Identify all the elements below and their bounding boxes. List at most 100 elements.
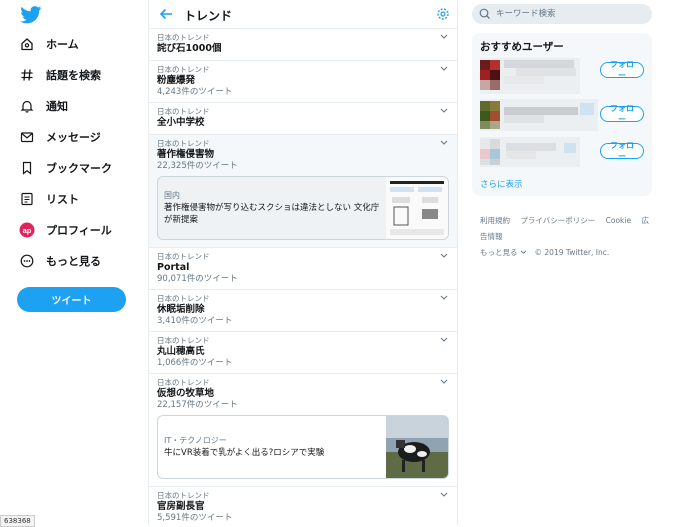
footer-link-terms[interactable]: 利用規約 [480,216,510,225]
trend-name: 詫び石1000個 [157,43,222,54]
follow-button[interactable]: フォロー [600,141,644,161]
trend-tweet-count: 22,325件のツイート [157,161,238,171]
trend-location: 日本のトレンド [157,65,210,74]
nav-label: プロフィール [46,224,112,237]
news-thumbnail-image [386,416,448,478]
news-headline: 牛にVR装着で乳がよく出る?ロシアで実験 [164,448,325,458]
trend-item[interactable]: 日本のトレンド 粉塵爆発 4,243件のツイート [149,61,457,103]
trend-item[interactable]: 日本のトレンド 官房副長官 5,591件のツイート [149,487,457,527]
bookmark-icon [18,159,36,177]
tweet-button[interactable]: ツイート [17,287,126,312]
footer-link-privacy[interactable]: プライバシーポリシー [520,216,595,225]
trend-tweet-count: 22,157件のツイート [157,400,238,410]
trend-location: 日本のトレンド [157,336,210,345]
nav-label: ブックマーク [46,162,112,175]
trend-name: Portal [157,262,190,273]
nav-label: 話題を検索 [46,69,101,82]
news-card[interactable]: 国内 著作権侵害物が写り込むスクショは違法としない 文化庁が新提案 [157,176,449,240]
trend-location: 日本のトレンド [157,378,210,387]
trend-name: 粉塵爆発 [157,75,196,86]
copyright: © 2019 Twitter, Inc. [534,248,610,257]
pixelated-avatar-image [480,58,580,94]
news-category: 国内 [164,191,180,200]
hashtag-icon [18,66,36,84]
trend-name: 休眠垢削除 [157,304,205,315]
nav-item-notifications[interactable]: 通知 [18,95,68,117]
who-to-follow-panel: おすすめユーザー フォロー フォロー フォロー さらに表示 [472,33,652,196]
nav-item-messages[interactable]: メッセージ [18,126,101,148]
trends-header: トレンド [149,0,457,29]
footer-links: 利用規約 プライバシーポリシー Cookie 広告情報 もっと見る © 2019 … [480,213,650,261]
search-box[interactable] [472,4,652,24]
trend-item[interactable]: 日本のトレンド 著作権侵害物 22,325件のツイート 国内 著作権侵害物が写り… [149,135,457,248]
trend-location: 日本のトレンド [157,33,210,42]
trend-tweet-count: 4,243件のツイート [157,87,233,97]
page-title: トレンド [184,9,233,23]
trend-name: 仮想の牧草地 [157,388,215,399]
home-icon [18,35,36,53]
chevron-down-icon[interactable] [440,253,448,259]
trends-column: トレンド 日本のトレンド 詫び石1000個 日本のトレンド 粉塵爆発 4,243… [148,0,458,525]
browser-status-bar: 638368 [0,515,35,527]
trend-location: 日本のトレンド [157,491,210,500]
nav-item-explore[interactable]: 話題を検索 [18,64,101,86]
twitter-bird-icon[interactable] [20,6,42,24]
list-icon [18,190,36,208]
trend-item[interactable]: 日本のトレンド 休眠垢削除 3,410件のツイート [149,290,457,332]
chevron-down-icon[interactable] [440,337,448,343]
mail-icon [18,128,36,146]
trend-item[interactable]: 日本のトレンド 仮想の牧草地 22,157件のツイート IT・テクノロジー 牛に… [149,374,457,487]
who-to-follow-title: おすすめユーザー [480,41,564,53]
pixelated-avatar-image [480,99,598,131]
chevron-down-icon[interactable] [440,66,448,72]
trend-name: 全小中学校 [157,117,205,128]
nav-label: 通知 [46,100,68,113]
trend-name: 官房副長官 [157,501,205,512]
trend-item[interactable]: 日本のトレンド 全小中学校 [149,103,457,135]
trend-item[interactable]: 日本のトレンド 詫び石1000個 [149,29,457,61]
search-input[interactable] [494,8,638,20]
news-headline: 著作権侵害物が写り込むスクショは違法としない 文化庁が新提案 [164,203,380,225]
nav-label: もっと見る [46,255,101,268]
footer-link-cookie[interactable]: Cookie [606,216,631,225]
nav-label: リスト [46,193,79,206]
trend-location: 日本のトレンド [157,139,210,148]
blurred-user-entry[interactable] [480,58,580,94]
nav-item-more[interactable]: もっと見る [18,250,101,272]
chevron-down-icon[interactable] [440,379,448,385]
chevron-down-icon[interactable] [440,492,448,498]
news-card[interactable]: IT・テクノロジー 牛にVR装着で乳がよく出る?ロシアで実験 [157,415,449,479]
nav-item-home[interactable]: ホーム [18,33,79,55]
trend-location: 日本のトレンド [157,252,210,261]
left-nav: ホーム 話題を検索 通知 メッセージ ブックマーク リスト ap プロフィール [0,0,148,525]
svg-text:ap: ap [23,226,32,235]
trend-tweet-count: 3,410件のツイート [157,316,233,326]
chevron-down-icon[interactable] [440,140,448,146]
follow-button[interactable]: フォロー [600,60,644,80]
trend-item[interactable]: 日本のトレンド 丸山穂高氏 1,066件のツイート [149,332,457,374]
pixelated-avatar-image [480,137,580,167]
nav-label: メッセージ [46,131,101,144]
show-more-link[interactable]: さらに表示 [480,178,523,190]
chevron-down-icon[interactable] [440,295,448,301]
gear-icon[interactable] [436,7,450,21]
bell-icon [18,97,36,115]
trend-tweet-count: 90,071件のツイート [157,274,238,284]
trend-name: 著作権侵害物 [157,149,215,160]
news-thumbnail-image [386,177,448,239]
blurred-user-entry[interactable] [480,99,598,131]
nav-item-bookmarks[interactable]: ブックマーク [18,157,112,179]
trend-item[interactable]: 日本のトレンド Portal 90,071件のツイート [149,248,457,290]
chevron-down-icon[interactable] [440,108,448,114]
follow-button[interactable]: フォロー [600,104,644,124]
chevron-down-icon[interactable] [440,34,448,40]
trend-name: 丸山穂高氏 [157,346,205,357]
nav-item-lists[interactable]: リスト [18,188,79,210]
nav-item-profile[interactable]: ap プロフィール [18,219,112,241]
trend-tweet-count: 1,066件のツイート [157,358,233,368]
chevron-down-icon [520,250,526,254]
back-arrow-icon[interactable] [158,6,174,22]
footer-link-more[interactable]: もっと見る [480,248,518,257]
blurred-user-entry[interactable] [480,137,580,167]
profile-avatar-icon: ap [18,221,36,239]
